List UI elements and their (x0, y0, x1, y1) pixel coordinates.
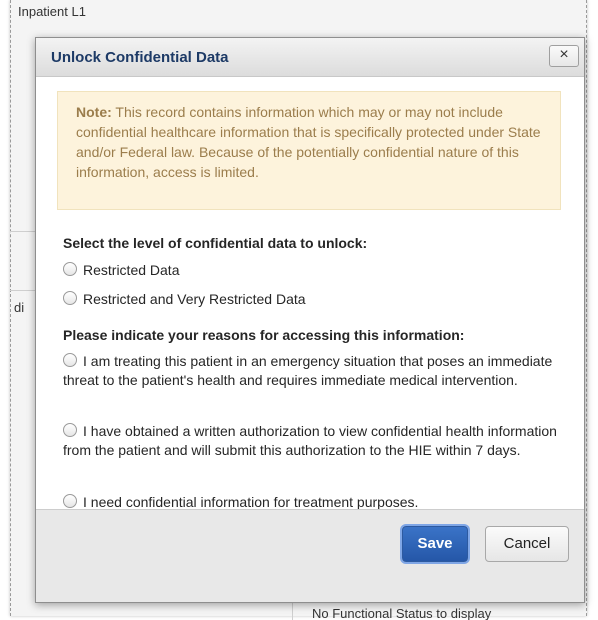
reason-option-label: I have obtained a written authorization … (63, 423, 557, 458)
save-button[interactable]: Save (402, 526, 468, 562)
background-divider (292, 601, 293, 620)
cancel-button[interactable]: Cancel (485, 526, 569, 562)
unlock-confidential-dialog: Unlock Confidential Data × Note: This re… (35, 37, 585, 603)
radio-button[interactable] (63, 262, 77, 276)
close-button[interactable]: × (549, 45, 579, 67)
dialog-titlebar: Unlock Confidential Data × (36, 38, 584, 77)
radio-button[interactable] (63, 494, 77, 508)
reason-option-label: I need confidential information for trea… (83, 494, 419, 510)
reason-option-emergency[interactable]: I am treating this patient in an emergen… (63, 352, 563, 390)
level-option-label: Restricted and Very Restricted Data (83, 291, 306, 307)
level-option-label: Restricted Data (83, 262, 180, 278)
radio-button[interactable] (63, 423, 77, 437)
note-text: This record contains information which m… (76, 104, 541, 180)
background-divider (10, 290, 35, 291)
background-header-text: Inpatient L1 (18, 4, 86, 19)
screen: Inpatient L1 di No Functional Status to … (0, 0, 598, 620)
dialog-title: Unlock Confidential Data (51, 49, 229, 66)
reason-heading: Please indicate your reasons for accessi… (63, 327, 465, 343)
note-label: Note: (76, 104, 112, 120)
dialog-footer: Save Cancel (36, 509, 584, 602)
reason-option-written-authorization[interactable]: I have obtained a written authorization … (63, 422, 563, 460)
level-option-very-restricted[interactable]: Restricted and Very Restricted Data (63, 290, 563, 309)
level-option-restricted[interactable]: Restricted Data (63, 261, 563, 280)
background-divider (10, 231, 35, 232)
radio-button[interactable] (63, 353, 77, 367)
radio-button[interactable] (63, 291, 77, 305)
reason-option-label: I am treating this patient in an emergen… (63, 353, 553, 388)
close-icon: × (559, 46, 569, 63)
confidentiality-note: Note: This record contains information w… (57, 91, 561, 210)
background-status-text: No Functional Status to display (312, 606, 492, 620)
level-heading: Select the level of confidential data to… (63, 235, 368, 251)
background-side-text: di (14, 300, 25, 315)
